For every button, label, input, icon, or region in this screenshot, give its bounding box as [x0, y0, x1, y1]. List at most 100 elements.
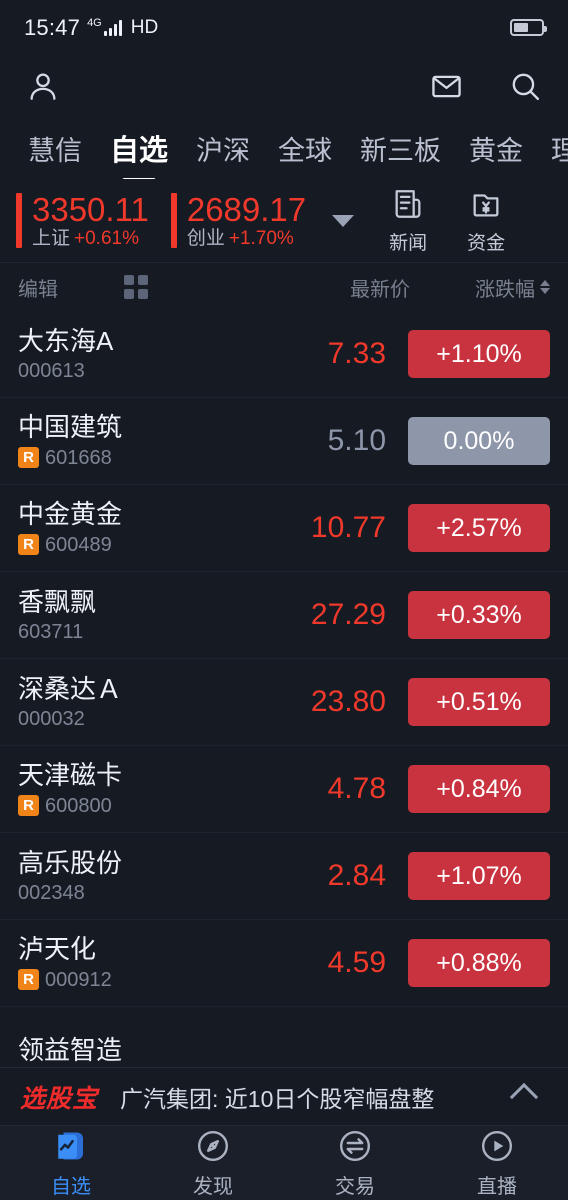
promo-logo[interactable]: 选股宝	[20, 1079, 98, 1115]
quick-action-funds[interactable]: 资金	[450, 187, 522, 255]
table-row[interactable]: 泸天化 R 000912 4.59 +0.88%	[0, 920, 568, 1007]
stock-code: 600489	[45, 533, 112, 556]
funds-icon	[473, 193, 499, 216]
stock-change-badge: +1.10%	[408, 330, 550, 378]
stock-code: 002348	[18, 881, 85, 904]
table-row[interactable]: 大东海A 000613 7.33 +1.10%	[0, 311, 568, 398]
person-icon[interactable]	[26, 69, 60, 103]
stock-identity: 领益智造	[18, 1037, 550, 1063]
stock-code-group: 000613	[18, 361, 248, 381]
nav-item-watchlist[interactable]: 自选	[0, 1128, 142, 1199]
promo-text[interactable]: 广汽集团: 近10日个股窄幅盘整	[120, 1080, 514, 1114]
stock-identity: 大东海A 000613	[18, 328, 248, 381]
table-row-partial[interactable]: 领益智造	[0, 1007, 568, 1067]
category-tabs[interactable]: 慧信 自选 沪深 全球 新三板 黄金 理财	[0, 117, 568, 179]
stock-code-group: 000032	[18, 709, 248, 729]
stock-identity: 天津磁卡 R 600800	[18, 762, 248, 816]
stock-code: 603711	[18, 620, 84, 643]
index-name: 创业	[186, 228, 225, 249]
stock-code-group: R 000912	[18, 969, 248, 990]
status-bar-left: 15:47 4G HD	[24, 15, 158, 41]
stock-change-badge: +1.07%	[408, 852, 550, 900]
edit-button[interactable]: 编辑	[18, 273, 124, 302]
stock-name: 天津磁卡	[18, 760, 123, 790]
chevron-up-icon[interactable]	[509, 1082, 539, 1111]
index-name-change: 创业 +1.70%	[187, 229, 306, 248]
stock-change-badge: +0.84%	[408, 765, 550, 813]
stock-code: 600800	[45, 794, 112, 817]
stock-identity: 泸天化 R 000912	[18, 936, 248, 990]
tab-gold[interactable]: 黄金	[455, 129, 537, 168]
index-quote-bar: 3350.11 上证 +0.61% 2689.17 创业 +1.70% 新闻 资…	[0, 179, 568, 263]
stock-price: 5.10	[327, 424, 386, 457]
nav-item-trade[interactable]: 交易	[284, 1128, 426, 1199]
hd-call-label: HD	[130, 16, 159, 38]
stock-price: 23.80	[310, 685, 386, 718]
tab-xinsanban[interactable]: 新三板	[346, 129, 455, 168]
stock-code-group: R 600489	[18, 534, 248, 555]
margin-trading-flag-icon: R	[18, 447, 39, 468]
nav-label: 直播	[477, 1175, 517, 1198]
stock-name: 深桑达Ａ	[18, 673, 123, 704]
stock-change-badge: +0.88%	[408, 939, 550, 987]
exchange-icon	[340, 1130, 370, 1161]
table-row[interactable]: 中国建筑 R 601668 5.10 0.00%	[0, 398, 568, 485]
play-icon	[482, 1130, 512, 1161]
watchlist-icon	[58, 1132, 83, 1159]
search-icon[interactable]	[509, 70, 542, 103]
tab-global[interactable]: 全球	[264, 129, 346, 168]
bottom-navigation[interactable]: 自选 发现 交易 直播	[0, 1125, 568, 1200]
nav-label: 自选	[51, 1175, 91, 1198]
margin-trading-flag-icon: R	[18, 969, 39, 990]
column-header-change-label: 涨跌幅	[475, 278, 535, 301]
stock-price: 27.29	[310, 598, 386, 631]
chevron-down-icon[interactable]	[332, 214, 355, 227]
table-row[interactable]: 香飘飘 603711 27.29 +0.33%	[0, 572, 568, 659]
signal-bars-icon	[103, 19, 122, 36]
stock-change-badge: +0.51%	[408, 678, 550, 726]
index-change: +0.61%	[74, 228, 139, 249]
stock-code-group: R 600800	[18, 795, 248, 816]
table-row[interactable]: 深桑达Ａ 000032 23.80 +0.51%	[0, 659, 568, 746]
tab-huixin[interactable]: 慧信	[14, 129, 96, 168]
stock-change-badge: +2.57%	[408, 504, 550, 552]
stock-name: 中国建筑	[18, 412, 123, 442]
news-icon	[395, 189, 421, 218]
margin-trading-flag-icon: R	[18, 534, 39, 555]
table-row[interactable]: 天津磁卡 R 600800 4.78 +0.84%	[0, 746, 568, 833]
promo-banner[interactable]: 选股宝 广汽集团: 近10日个股窄幅盘整	[0, 1067, 568, 1125]
stock-name: 泸天化	[18, 934, 97, 964]
tab-watchlist[interactable]: 自选	[96, 127, 182, 169]
stock-list[interactable]: 大东海A 000613 7.33 +1.10% 中国建筑 R 601668 5.…	[0, 311, 568, 1067]
column-header-price[interactable]: 最新价	[260, 273, 410, 302]
stock-change-badge: 0.00%	[408, 417, 550, 465]
nav-item-discover[interactable]: 发现	[142, 1128, 284, 1199]
stock-price: 4.59	[327, 946, 386, 979]
stock-name: 高乐股份	[18, 847, 123, 878]
quick-action-news[interactable]: 新闻	[372, 187, 444, 255]
stock-code: 000613	[18, 359, 85, 382]
index-text-group: 3350.11 上证 +0.61%	[32, 193, 149, 248]
nav-item-live[interactable]: 直播	[426, 1128, 568, 1199]
stock-code-group: 002348	[18, 883, 248, 903]
index-quote-chuangye[interactable]: 2689.17 创业 +1.70%	[170, 193, 306, 248]
status-bar-right	[510, 19, 547, 36]
list-column-header: 编辑 最新价 涨跌幅	[0, 263, 568, 311]
stock-name: 大东海A	[18, 325, 114, 356]
tab-hushen[interactable]: 沪深	[182, 129, 264, 168]
table-row[interactable]: 中金黄金 R 600489 10.77 +2.57%	[0, 485, 568, 572]
battery-icon	[510, 19, 547, 36]
sort-arrows-icon	[540, 280, 550, 294]
stock-price: 10.77	[310, 511, 386, 544]
stock-identity: 深桑达Ａ 000032	[18, 676, 248, 729]
index-accent-bar	[170, 193, 177, 248]
grid-icon[interactable]	[124, 275, 148, 299]
index-quote-shanghai[interactable]: 3350.11 上证 +0.61%	[16, 193, 149, 248]
stock-code-group: 603711	[18, 622, 248, 642]
column-header-change[interactable]: 涨跌幅	[410, 273, 550, 302]
table-row[interactable]: 高乐股份 002348 2.84 +1.07%	[0, 833, 568, 920]
index-value: 2689.17	[186, 191, 307, 228]
mail-icon[interactable]	[430, 70, 463, 103]
tab-licai[interactable]: 理财	[537, 129, 568, 168]
index-text-group: 2689.17 创业 +1.70%	[187, 193, 306, 248]
